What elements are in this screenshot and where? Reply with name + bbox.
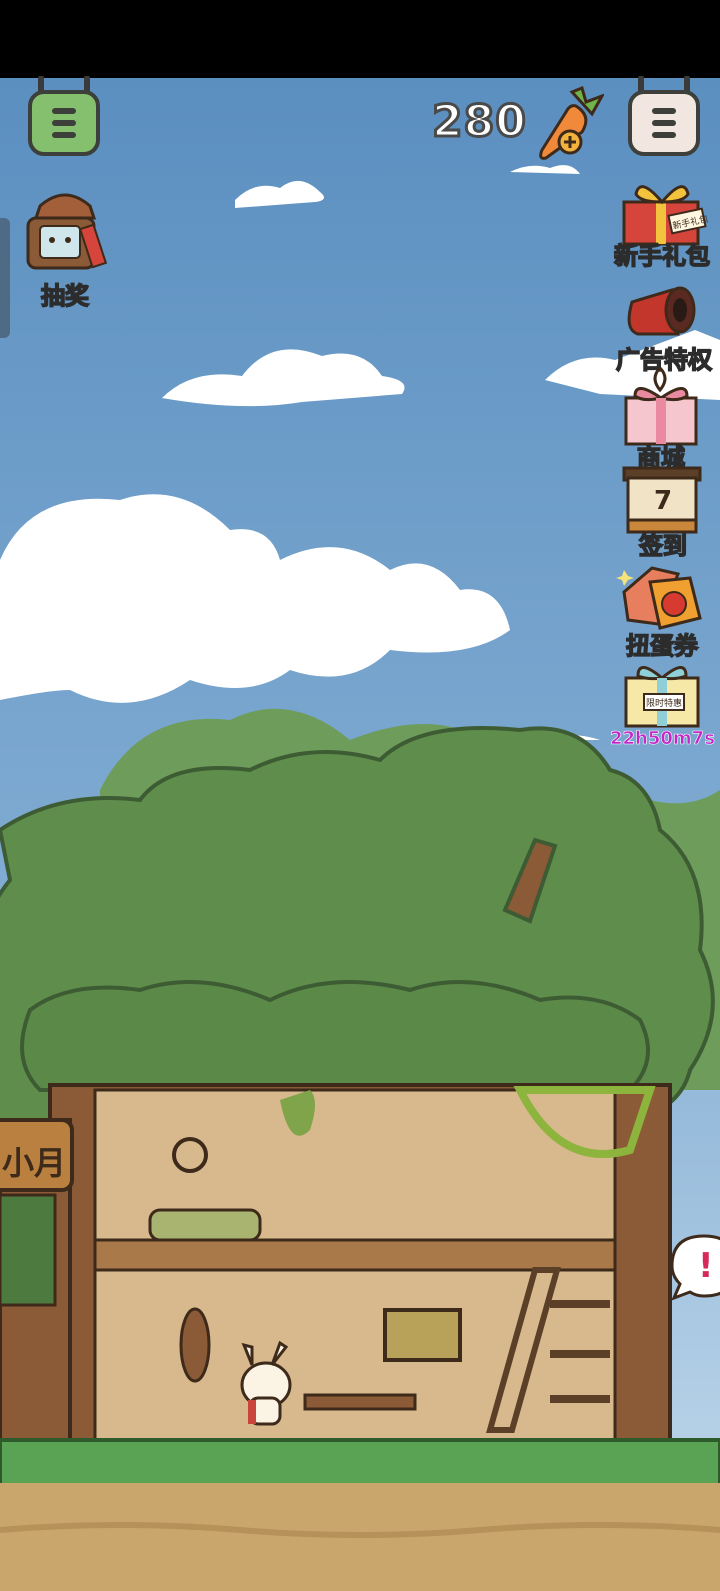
limited-tag-text: 限时特惠 — [646, 697, 682, 709]
sign-in-label: 签到 — [638, 531, 688, 561]
ad-privilege-icon — [627, 286, 696, 336]
status-bar — [0, 0, 720, 78]
gacha-ticket-button[interactable]: 扭蛋券 — [614, 562, 710, 661]
limited-gift-icon: 限时特惠 — [624, 666, 700, 728]
shop-sign-text: 小月 — [2, 1144, 67, 1182]
lottery-button[interactable]: 抽奖 — [20, 186, 110, 311]
tree-house — [48, 1083, 672, 1447]
menu-button-right[interactable] — [628, 76, 700, 156]
menu-icon — [628, 90, 700, 156]
shop-button[interactable]: 商城 — [616, 366, 706, 473]
starter-pack-label: 新手礼包 — [613, 241, 711, 271]
sign-in-day-badge: 7 — [653, 486, 673, 516]
sign-in-button[interactable]: 7 签到 — [618, 466, 708, 561]
lottery-lantern-icon — [26, 193, 108, 270]
limited-offer-timer: 22h50m7s — [610, 728, 716, 750]
speech-bubble[interactable]: ! — [668, 1232, 720, 1302]
carrot-count: 280 — [431, 95, 528, 149]
limited-offer-button[interactable]: 限时特惠 — [620, 660, 704, 730]
carrot-plus-icon[interactable] — [536, 86, 604, 162]
menu-button-left[interactable] — [28, 76, 100, 156]
ad-privilege-button[interactable]: 广告特权 — [608, 282, 720, 375]
speech-bubble-text: ! — [698, 1246, 714, 1286]
shop-gift-icon — [624, 366, 698, 446]
side-drawer-handle[interactable] — [0, 218, 10, 338]
grass — [0, 1438, 720, 1487]
gacha-ticket-label: 扭蛋券 — [625, 631, 699, 661]
menu-icon — [28, 90, 100, 156]
lottery-label: 抽奖 — [40, 281, 90, 311]
gacha-ticket-icon — [616, 566, 702, 630]
starter-pack-button[interactable]: 新手礼包 新手礼包 — [612, 176, 712, 271]
